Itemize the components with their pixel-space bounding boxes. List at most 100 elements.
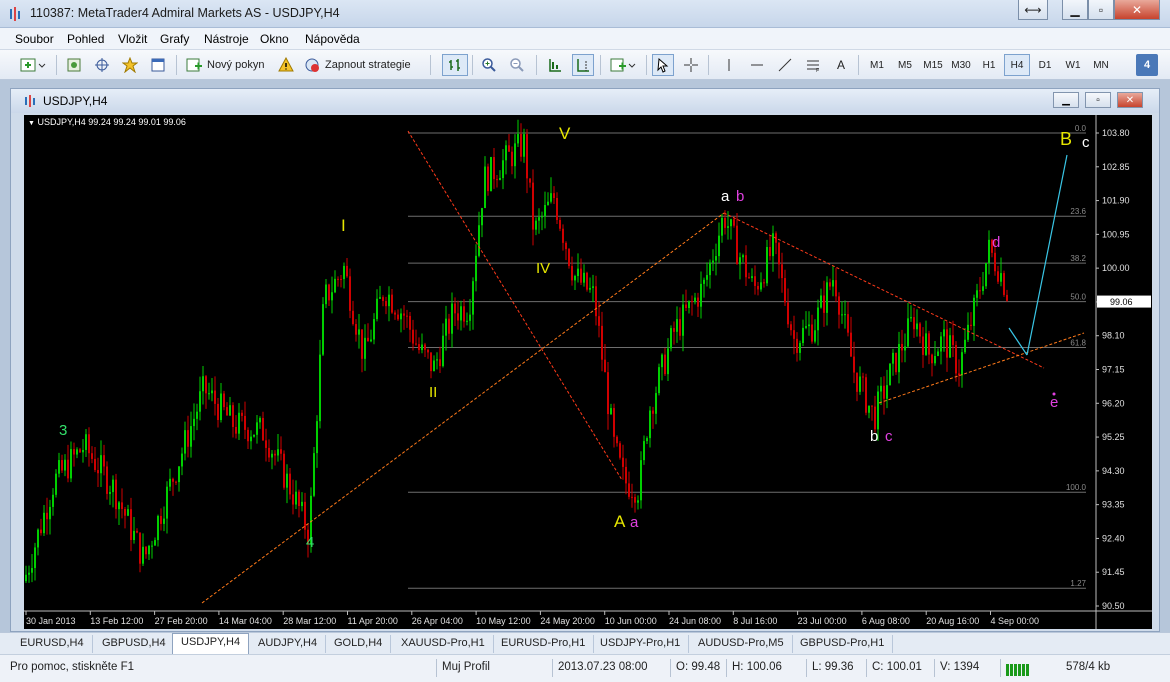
candle-body — [445, 318, 447, 336]
new-order-button[interactable]: Nový pokyn — [186, 54, 272, 76]
warning-button[interactable] — [276, 54, 296, 76]
notification-badge[interactable]: 4 — [1136, 54, 1158, 76]
tab-eurusd-pro-h1[interactable]: EURUSD-Pro,H1 — [493, 635, 595, 653]
rising-trendline — [201, 212, 725, 604]
vertical-line-button[interactable] — [718, 54, 740, 76]
run-strategy-button[interactable]: Zapnout strategie — [304, 54, 422, 76]
candle-body — [832, 280, 834, 287]
menu-napoveda[interactable]: Nápověda — [305, 32, 360, 46]
cursor-tool-button[interactable] — [652, 54, 674, 76]
candle-body — [25, 574, 27, 582]
candle-body — [262, 417, 264, 441]
indicators-button[interactable] — [608, 54, 638, 76]
zoom-in-icon — [482, 58, 496, 72]
timeframe-m30[interactable]: M30 — [948, 54, 974, 76]
time-tick-label: 11 Apr 20:00 — [348, 616, 398, 626]
status-profile[interactable]: Muj Profil — [442, 661, 490, 673]
candle-body — [91, 453, 93, 459]
terminal-button[interactable] — [148, 54, 168, 76]
menu-vlozit[interactable]: Vložit — [118, 32, 147, 46]
trendline-button[interactable] — [774, 54, 796, 76]
candle-body — [562, 228, 564, 243]
menu-grafy[interactable]: Grafy — [160, 32, 189, 46]
candle-body — [412, 329, 414, 344]
menu-okno[interactable]: Okno — [260, 32, 289, 46]
triangle-lower-line — [878, 332, 1085, 404]
crosshair-tool-button[interactable] — [680, 54, 702, 76]
title-bar: 110387: MetaTrader4 Admiral Markets AS -… — [0, 0, 1170, 28]
price-chart[interactable]: 0.0 23.6 38.2 50.0 61.8 100.0 1.27 3 4 I II V IV Aa a… — [24, 115, 1152, 629]
fib-level-label: 23.6 — [1070, 207, 1086, 216]
crosshair-nav-button[interactable] — [92, 54, 112, 76]
candle-body — [1000, 273, 1002, 282]
window-title: 110387: MetaTrader4 Admiral Markets AS -… — [30, 6, 340, 20]
candle-body — [436, 359, 438, 361]
profiles-button[interactable] — [64, 54, 84, 76]
notification-count: 4 — [1143, 59, 1151, 71]
tab-xauusd-pro-h1[interactable]: XAUUSD-Pro,H1 — [393, 635, 494, 653]
timeframe-h4[interactable]: H4 — [1004, 54, 1030, 76]
tab-audjpy-h4[interactable]: AUDJPY,H4 — [250, 635, 327, 653]
timeframe-w1[interactable]: W1 — [1060, 54, 1086, 76]
horizontal-line-button[interactable] — [746, 54, 768, 76]
chart-window-titlebar[interactable]: USDJPY,H4 ▁ ▫ ✕ — [11, 89, 1159, 113]
close-button[interactable]: ✕ — [1114, 0, 1160, 20]
candle-body — [238, 412, 240, 434]
favorites-button[interactable] — [120, 54, 140, 76]
candle-body — [451, 303, 453, 334]
candle-body — [604, 359, 606, 373]
candle-body — [934, 356, 936, 364]
timeframe-m1[interactable]: M1 — [864, 54, 890, 76]
tab-gbpusd-h4[interactable]: GBPUSD,H4 — [94, 635, 175, 653]
fib-level-label: 1.27 — [1070, 579, 1086, 588]
candle-body — [265, 440, 267, 448]
menu-pohled[interactable]: Pohled — [67, 32, 104, 46]
minimize-button[interactable]: ▁ — [1062, 0, 1088, 20]
chart-canvas[interactable]: 0.023.638.250.061.8100.01.27 34IIIVIVA aa… — [24, 115, 1152, 629]
tab-eurusd-h4[interactable]: EURUSD,H4 — [12, 635, 93, 653]
chart-maximize-button[interactable]: ▫ — [1085, 92, 1111, 108]
timeframe-d1[interactable]: D1 — [1032, 54, 1058, 76]
candle-body — [124, 509, 126, 516]
maximize-button[interactable]: ▫ — [1088, 0, 1114, 20]
bar-chart-button[interactable] — [442, 54, 468, 76]
menu-soubor[interactable]: Soubor — [15, 32, 54, 46]
candle-body — [835, 280, 837, 297]
tab-gbpusd-pro-h1[interactable]: GBPUSD-Pro,H1 — [792, 635, 894, 653]
timeframe-m5[interactable]: M5 — [892, 54, 918, 76]
timeframe-h1[interactable]: H1 — [976, 54, 1002, 76]
tab-gold-h4[interactable]: GOLD,H4 — [326, 635, 392, 653]
timeframe-mn[interactable]: MN — [1088, 54, 1114, 76]
horizontal-line-icon — [751, 64, 763, 66]
candle-body — [172, 478, 174, 482]
candle-body — [250, 436, 252, 442]
tab-usdjpy-h4[interactable]: USDJPY,H4 — [172, 633, 250, 654]
chart-close-button[interactable]: ✕ — [1117, 92, 1143, 108]
zoom-in-button[interactable] — [478, 54, 500, 76]
candle-body — [817, 307, 819, 331]
fibonacci-button[interactable]: F — [802, 54, 824, 76]
text-tool-button[interactable]: A — [830, 54, 852, 76]
candle-body — [202, 376, 204, 392]
wave-label: A — [614, 512, 626, 531]
candle-body — [382, 297, 384, 302]
candle-body — [649, 410, 651, 439]
candle-body — [565, 242, 567, 250]
wave-label: b — [736, 188, 744, 205]
symbol-menu-icon[interactable]: ▼ — [28, 120, 35, 127]
candle-body — [97, 470, 99, 474]
timeframe-m15[interactable]: M15 — [920, 54, 946, 76]
chart-minimize-button[interactable]: ▁ — [1053, 92, 1079, 108]
candle-body — [853, 356, 855, 373]
tab-audusd-pro-m5[interactable]: AUDUSD-Pro,M5 — [690, 635, 793, 653]
menu-nastroje[interactable]: Nástroje — [204, 32, 249, 46]
restore-button[interactable]: ⟷ — [1018, 0, 1048, 20]
candle-body — [910, 317, 912, 319]
chart-shift-button[interactable] — [572, 54, 594, 76]
new-chart-button[interactable] — [18, 54, 48, 76]
candle-body — [481, 208, 483, 226]
auto-scroll-button[interactable] — [544, 54, 566, 76]
zoom-out-button[interactable] — [506, 54, 528, 76]
tab-usdjpy-pro-h1[interactable]: USDJPY-Pro,H1 — [592, 635, 690, 653]
candle-body — [259, 417, 261, 423]
